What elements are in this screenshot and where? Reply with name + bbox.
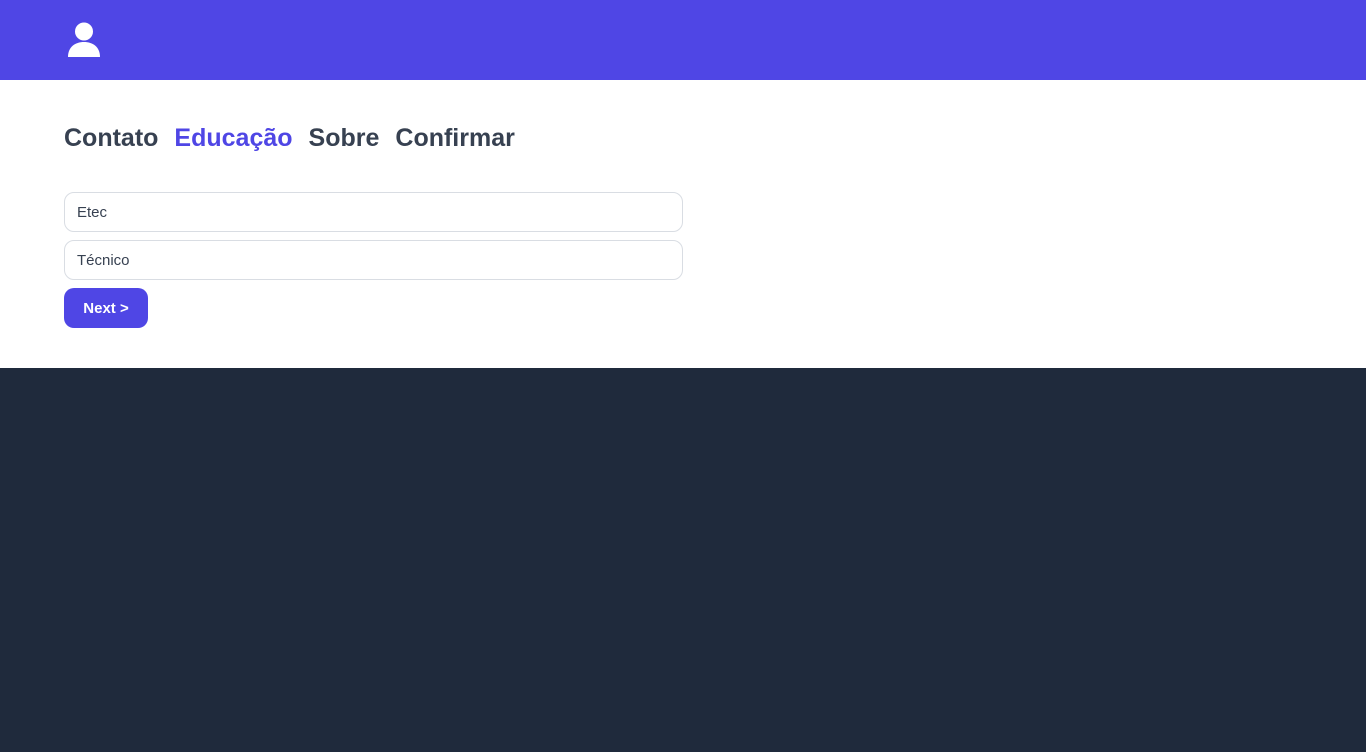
tab-sobre[interactable]: Sobre bbox=[309, 124, 380, 153]
tab-contato[interactable]: Contato bbox=[64, 124, 158, 153]
next-button[interactable]: Next > bbox=[64, 288, 148, 328]
main-content: Contato Educação Sobre Confirmar Next > bbox=[0, 80, 1366, 368]
institution-input[interactable] bbox=[64, 192, 683, 232]
top-header bbox=[0, 0, 1366, 80]
step-tabs: Contato Educação Sobre Confirmar bbox=[64, 123, 1366, 153]
page-background bbox=[0, 368, 1366, 752]
education-form: Next > bbox=[64, 192, 683, 328]
tab-educacao[interactable]: Educação bbox=[174, 124, 292, 153]
user-icon[interactable] bbox=[67, 22, 101, 58]
course-input[interactable] bbox=[64, 240, 683, 280]
tab-confirmar[interactable]: Confirmar bbox=[395, 124, 514, 153]
